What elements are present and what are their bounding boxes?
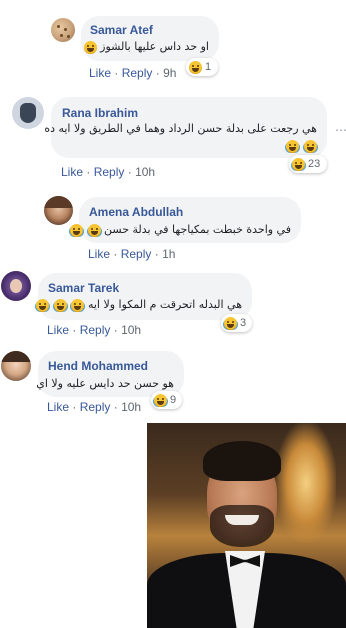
comment-actions: Like · Reply · 10h	[47, 400, 141, 414]
like-link[interactable]: Like	[61, 165, 83, 179]
reaction-count: 3	[240, 317, 247, 329]
avatar[interactable]	[12, 97, 44, 129]
separator: ·	[113, 247, 118, 261]
photo-hair	[203, 441, 281, 481]
laughing-emoji-icon	[285, 140, 299, 154]
timestamp[interactable]: 10h	[121, 323, 141, 337]
comment-text: او حد داس عليها بالشوز	[83, 40, 209, 54]
photo-smile	[225, 515, 259, 525]
avatar[interactable]	[44, 196, 73, 225]
reply-link[interactable]: Reply	[80, 323, 111, 337]
haha-reaction-icon	[224, 316, 237, 330]
reply-link[interactable]: Reply	[94, 165, 125, 179]
like-link[interactable]: Like	[89, 66, 111, 80]
separator: ·	[155, 66, 160, 80]
haha-reaction-icon	[154, 393, 167, 407]
laughing-emoji-icon	[70, 223, 84, 237]
comment-text: هي رجعت على بدلة حسن الرداد وهما في الطر…	[44, 122, 317, 135]
separator: ·	[113, 400, 118, 414]
avatar[interactable]	[1, 271, 31, 301]
reaction-badge[interactable]: 3	[221, 314, 252, 332]
comment-bubble: Amena Abdullah في واحدة خبطت بمكياجها في…	[70, 197, 301, 243]
woman-avatar-icon	[44, 196, 73, 208]
comment-text: في واحدة خبطت بمكياجها في بدلة حسن	[69, 223, 291, 237]
crying-laughing-emoji-icon	[71, 298, 85, 312]
reaction-badge[interactable]: 23	[289, 155, 327, 173]
separator: ·	[154, 247, 159, 261]
comment-text-content: هي البدله اتحرقت م المكوا ولا ايه	[87, 298, 242, 311]
grinning-emoji-icon	[83, 40, 97, 54]
reply-link[interactable]: Reply	[122, 66, 153, 80]
separator: ·	[86, 165, 91, 179]
comment-actions: Like · Reply · 1h	[88, 247, 175, 261]
comment-text: هو حسن حد دايس عليه ولا اي	[36, 377, 174, 390]
like-link[interactable]: Like	[88, 247, 110, 261]
reaction-badge[interactable]: 1	[186, 58, 218, 76]
separator: ·	[72, 323, 77, 337]
comment-actions: Like · Reply · 9h	[89, 66, 176, 80]
like-link[interactable]: Like	[47, 323, 69, 337]
reaction-count: 1	[205, 61, 212, 73]
woman-avatar-icon	[1, 351, 31, 362]
comment-actions: Like · Reply · 10h	[61, 165, 155, 179]
attached-photo[interactable]	[147, 423, 346, 628]
comment-bubble: Samar Atef او حد داس عليها بالشوز	[81, 16, 219, 61]
reaction-count: 23	[308, 158, 321, 170]
crying-laughing-emoji-icon	[53, 298, 67, 312]
laughing-emoji-icon	[304, 140, 317, 154]
comment-bubble: Rana Ibrahim هي رجعت على بدلة حسن الرداد…	[44, 97, 327, 158]
laughing-emoji-icon	[87, 223, 101, 237]
comment-author[interactable]: Samar Atef	[90, 23, 153, 37]
comment-author[interactable]: Amena Abdullah	[89, 205, 183, 219]
comment-author[interactable]: Hend Mohammed	[48, 359, 148, 373]
avatar[interactable]	[51, 18, 75, 42]
crying-laughing-emoji-icon	[36, 298, 50, 312]
timestamp[interactable]: 10h	[121, 400, 141, 414]
separator: ·	[113, 323, 118, 337]
timestamp[interactable]: 10h	[135, 165, 155, 179]
photo-beard	[210, 505, 274, 547]
more-options-icon[interactable]: ⋯	[334, 123, 346, 137]
comment-author[interactable]: Rana Ibrahim	[62, 106, 138, 120]
separator: ·	[127, 165, 132, 179]
comment-actions: Like · Reply · 10h	[47, 323, 141, 337]
comment-bubble: Samar Tarek هي البدله اتحرقت م المكوا ول…	[35, 273, 252, 320]
hand-avatar-icon	[20, 103, 36, 123]
separator: ·	[114, 66, 119, 80]
comment-emojis	[285, 138, 317, 156]
photo-background-light	[276, 423, 336, 543]
reply-link[interactable]: Reply	[80, 400, 111, 414]
reply-link[interactable]: Reply	[121, 247, 152, 261]
wow-reaction-icon	[189, 60, 202, 74]
cookie-avatar-icon	[57, 25, 60, 28]
avatar[interactable]	[1, 351, 31, 381]
timestamp[interactable]: 9h	[163, 66, 176, 80]
girl-avatar-icon	[10, 279, 22, 293]
timestamp[interactable]: 1h	[162, 247, 175, 261]
separator: ·	[72, 400, 77, 414]
comment-text-content: في واحدة خبطت بمكياجها في بدلة حسن	[104, 223, 291, 236]
comment-text-content: او حد داس عليها بالشوز	[100, 40, 209, 53]
like-link[interactable]: Like	[47, 400, 69, 414]
comment-text: هي البدله اتحرقت م المكوا ولا ايه	[35, 298, 242, 312]
reaction-badge[interactable]: 9	[151, 391, 182, 409]
reaction-count: 9	[170, 394, 177, 406]
comment-author[interactable]: Samar Tarek	[48, 281, 119, 295]
haha-reaction-icon	[292, 157, 305, 171]
